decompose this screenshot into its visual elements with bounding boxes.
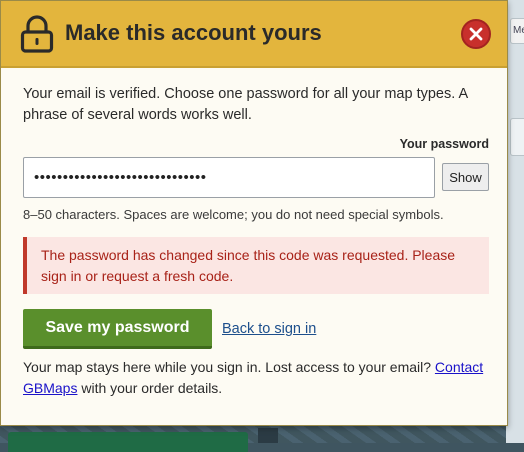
show-password-button[interactable]: Show [442,163,489,191]
back-to-sign-in-link[interactable]: Back to sign in [222,321,316,337]
footer-text-after: with your order details. [77,379,223,396]
background-side-tab-text: Mea [513,25,524,36]
background-side-tab[interactable]: Mea [510,18,524,44]
background-side-panel [506,0,524,443]
background-dark-bar [258,428,278,443]
error-alert: The password has changed since this code… [23,237,489,294]
intro-text: Your email is verified. Choose one passw… [23,86,468,123]
lock-icon [20,15,54,53]
close-button[interactable] [461,19,491,49]
password-hint: 8–50 characters. Spaces are welcome; you… [23,207,444,222]
footer-text-before: Your map stays here while you sign in. L… [23,359,435,375]
error-message: The password has changed since this code… [41,247,456,284]
password-label: Your password [399,137,489,151]
close-icon [469,27,483,41]
password-input[interactable] [23,157,435,198]
footer-text: Your map stays here while you sign in. L… [23,357,493,398]
background-green-button[interactable] [8,432,248,452]
background-side-tab-2[interactable] [510,118,524,156]
modal-header: Make this account yours [1,1,507,68]
save-password-button[interactable]: Save my password [23,309,212,349]
account-modal: Make this account yours Your email is ve… [0,0,508,426]
modal-title: Make this account yours [65,20,322,45]
